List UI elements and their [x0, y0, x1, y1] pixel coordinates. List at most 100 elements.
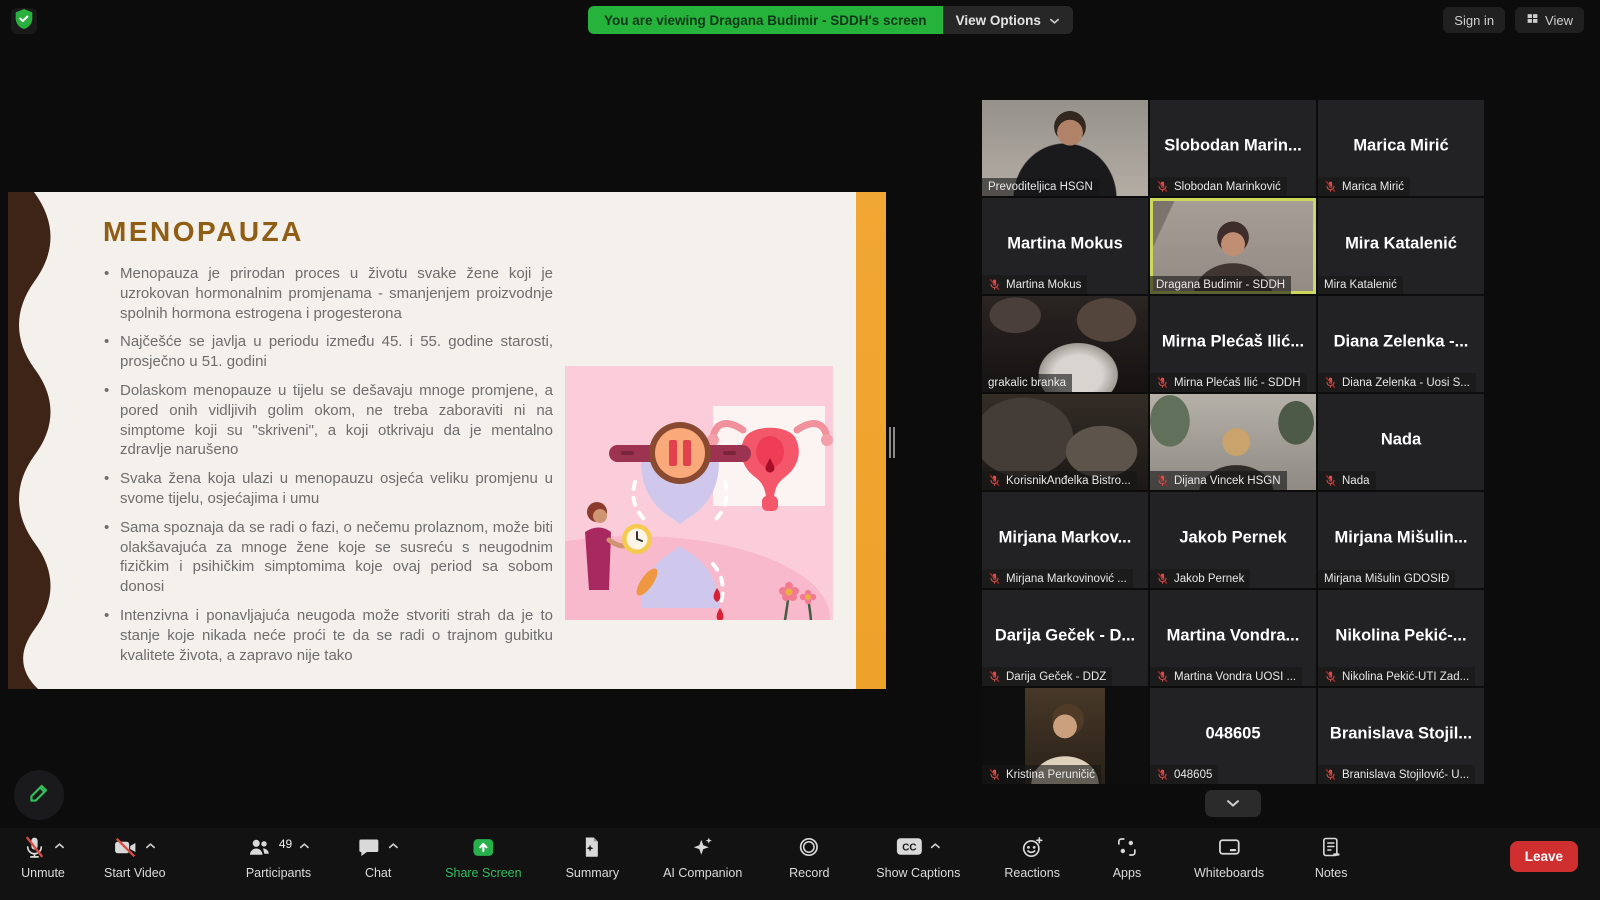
notes-icon: [1319, 835, 1343, 859]
participant-tile[interactable]: Nikolina Pekić-...Nikolina Pekić-UTI Zad…: [1318, 590, 1484, 686]
participant-tile[interactable]: Prevoditeljica HSGN: [982, 100, 1148, 196]
view-button[interactable]: View: [1515, 7, 1584, 33]
participant-name-label: Prevoditeljica HSGN: [982, 178, 1099, 196]
chevron-down-icon: [1049, 13, 1060, 28]
participant-tile[interactable]: Kristina Peruničić: [982, 688, 1148, 784]
toolbar-participants-button[interactable]: 49Participants: [246, 835, 311, 880]
participant-tile[interactable]: Marica MirićMarica Mirić: [1318, 100, 1484, 196]
summary-icon: [580, 835, 604, 859]
participant-name-centered: Martina Vondra...: [1154, 627, 1312, 646]
view-options-button[interactable]: View Options: [943, 6, 1073, 34]
chevron-down-icon: [1049, 17, 1060, 25]
participant-name-centered: 048605: [1154, 725, 1312, 744]
shield-check-icon: [14, 8, 34, 35]
toolbar-record-button[interactable]: Record: [786, 835, 832, 880]
participant-tile[interactable]: Mirna Plećaš Ilić...Mirna Plećaš Ilić - …: [1150, 296, 1316, 392]
participant-tile[interactable]: 048605 048605: [1150, 688, 1316, 784]
participant-tile[interactable]: Diana Zelenka -... Diana Zelenka - Uosi S…: [1318, 296, 1484, 392]
slide-bullet: Dolaskom menopauze u tijelu se dešavaju …: [103, 381, 553, 460]
participant-name-label: 048605: [1150, 765, 1218, 784]
toolbar-menu-caret[interactable]: [145, 837, 156, 855]
participants-grid: Prevoditeljica HSGN Slobodan Marin...Slob…: [982, 100, 1484, 784]
participant-tile[interactable]: KorisnikAnđelka Bistro...: [982, 394, 1148, 490]
participant-name-centered: Nada: [1322, 431, 1480, 450]
muted-mic-icon: [1324, 768, 1337, 781]
participant-name-centered: Diana Zelenka -...: [1322, 333, 1480, 352]
toolbar-unmute-button[interactable]: Unmute: [20, 835, 66, 880]
leave-button[interactable]: Leave: [1510, 841, 1578, 872]
toolbar-item-label: Notes: [1315, 866, 1348, 880]
chevron-up-icon: [388, 842, 399, 850]
participant-name-label: Slobodan Marinković: [1150, 177, 1287, 196]
participant-name-label: grakalic branka: [982, 374, 1072, 392]
participant-name-centered: Nikolina Pekić-...: [1322, 627, 1480, 646]
participant-tile[interactable]: Slobodan Marin...Slobodan Marinković: [1150, 100, 1316, 196]
toolbar-left-group: Unmute Start Video: [20, 835, 166, 880]
participant-tile-active-speaker[interactable]: Dragana Budimir - SDDH: [1150, 198, 1316, 294]
toolbar-chat-button[interactable]: Chat: [355, 835, 401, 880]
sign-in-button[interactable]: Sign in: [1443, 7, 1505, 33]
participant-tile[interactable]: Martina MokusMartina Mokus: [982, 198, 1148, 294]
slide-right-accent: [856, 192, 886, 689]
toolbar-item-label: Show Captions: [876, 866, 960, 880]
viewing-banner-text: You are viewing Dragana Budimir - SDDH's…: [588, 6, 943, 34]
participant-tile[interactable]: Darija Geček - D...Darija Geček - DDZ: [982, 590, 1148, 686]
toolbar-start-video-button[interactable]: Start Video: [104, 835, 166, 880]
svg-text:CC: CC: [902, 843, 916, 854]
toolbar-ai-companion-button[interactable]: AI Companion: [663, 835, 742, 880]
participant-tile[interactable]: grakalic branka: [982, 296, 1148, 392]
participant-tile[interactable]: Dijana Vincek HSGN: [1150, 394, 1316, 490]
toolbar-menu-caret[interactable]: [54, 837, 65, 855]
participant-tile[interactable]: Mirjana Markov...Mirjana Markovinović ..…: [982, 492, 1148, 588]
participant-name-label: Mirjana Mišulin GDOSIĐ: [1318, 570, 1455, 588]
participant-name-label: Jakob Pernek: [1150, 569, 1250, 588]
muted-mic-icon: [1156, 180, 1169, 193]
chat-icon: [357, 835, 381, 859]
participant-name-label: Martina Vondra UOSI ...: [1150, 667, 1302, 686]
toolbar-reactions-button[interactable]: Reactions: [1004, 835, 1060, 880]
apps-icon: [1115, 835, 1139, 859]
chevron-up-icon: [54, 842, 65, 850]
participant-name-label: Mira Katalenić: [1318, 276, 1403, 294]
toolbar-item-label: AI Companion: [663, 866, 742, 880]
participant-name-label: Diana Zelenka - Uosi S...: [1318, 373, 1476, 392]
zoom-meeting-window: You are viewing Dragana Budimir - SDDH's…: [0, 0, 1600, 900]
participant-name-label: Mirjana Markovinović ...: [982, 569, 1133, 588]
participant-tile[interactable]: Martina Vondra... Martina Vondra UOSI ...: [1150, 590, 1316, 686]
more-participants-button[interactable]: [1205, 790, 1261, 817]
whiteboards-icon: [1217, 835, 1242, 860]
view-label: View: [1545, 13, 1573, 28]
participant-name-label: Dragana Budimir - SDDH: [1150, 276, 1291, 294]
participant-name-centered: Marica Mirić: [1322, 137, 1480, 156]
toolbar-notes-button[interactable]: Notes: [1308, 835, 1354, 880]
slide-bullet: Svaka žena koja ulazi u menopauzu osjeća…: [103, 469, 553, 509]
participant-tile[interactable]: Branislava Stojil...Branislava Stojilovi…: [1318, 688, 1484, 784]
share-screen-icon: [471, 835, 496, 860]
participant-tile[interactable]: NadaNada: [1318, 394, 1484, 490]
toolbar-show-captions-button[interactable]: CC Show Captions: [876, 835, 960, 880]
toolbar-center-group: 49Participants Chat Share Screen Summary AI …: [246, 835, 1354, 880]
participant-name-centered: Mirna Plećaš Ilić...: [1154, 333, 1312, 352]
security-shield-button[interactable]: [11, 8, 37, 34]
toolbar-whiteboards-button[interactable]: Whiteboards: [1194, 835, 1264, 880]
participant-name-label: Kristina Peruničić: [982, 765, 1101, 784]
participant-tile[interactable]: Mirjana Mišulin...Mirjana Mišulin GDOSIĐ: [1318, 492, 1484, 588]
toolbar-menu-caret[interactable]: [299, 837, 310, 855]
participant-tile[interactable]: Jakob PernekJakob Pernek: [1150, 492, 1316, 588]
toolbar-menu-caret[interactable]: [930, 837, 941, 855]
muted-mic-icon: [988, 474, 1001, 487]
participant-tile[interactable]: Mira KatalenićMira Katalenić: [1318, 198, 1484, 294]
muted-mic-icon: [988, 670, 1001, 683]
participant-name-label: KorisnikAnđelka Bistro...: [982, 471, 1137, 490]
toolbar-summary-button[interactable]: Summary: [566, 835, 619, 880]
toolbar-share-screen-button[interactable]: Share Screen: [445, 835, 521, 880]
toolbar-menu-caret[interactable]: [388, 837, 399, 855]
participants-count-badge: 49: [279, 837, 292, 851]
chevron-down-icon: [1225, 798, 1241, 808]
toolbar-apps-button[interactable]: Apps: [1104, 835, 1150, 880]
grid-view-icon: [1526, 12, 1539, 25]
slide-bullet: Intenzivna i ponavljajuća neugoda može s…: [103, 606, 553, 665]
panel-resize-handle[interactable]: [889, 427, 895, 458]
annotate-button[interactable]: [14, 770, 64, 820]
slide-bullet: Sama spoznaja da se radi o fazi, o nečem…: [103, 518, 553, 597]
